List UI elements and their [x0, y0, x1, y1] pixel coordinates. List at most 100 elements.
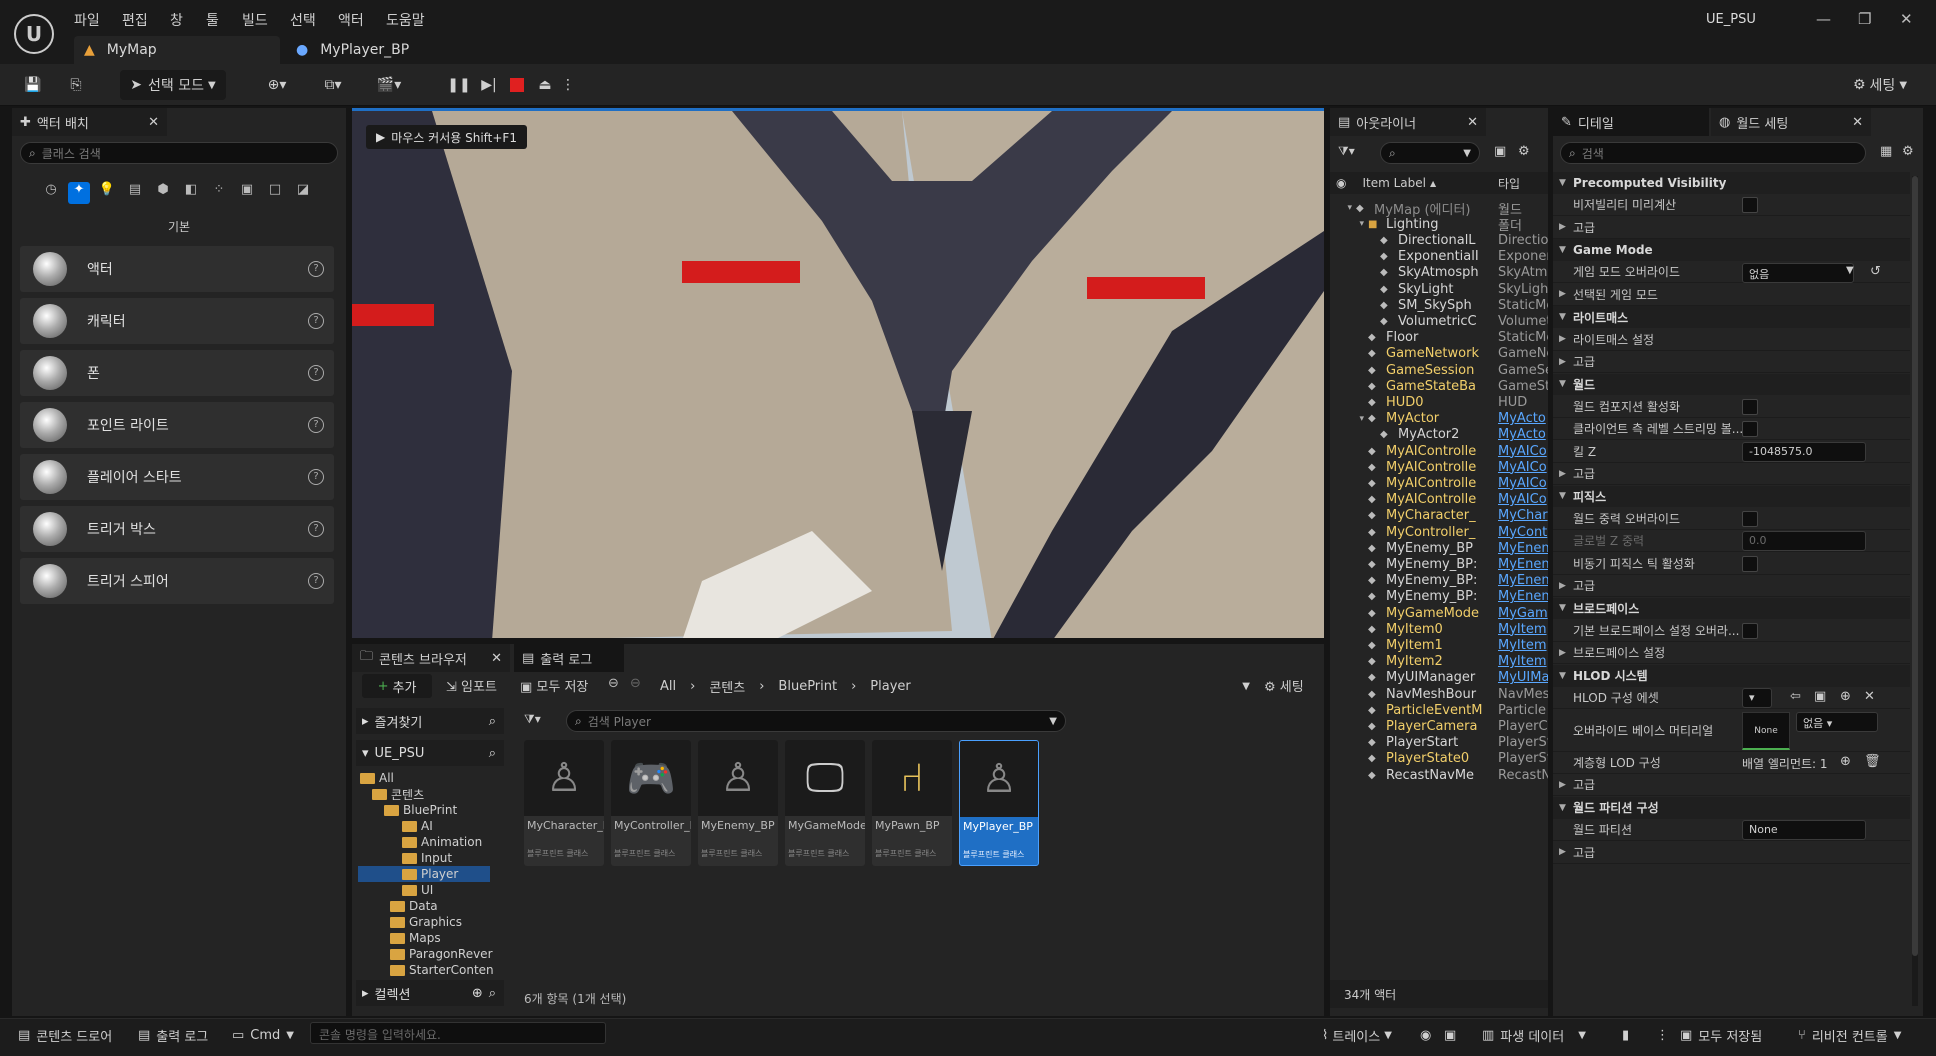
- gear-icon[interactable]: ⚙: [1902, 144, 1914, 159]
- checkbox[interactable]: [1742, 510, 1758, 527]
- help-icon[interactable]: ?: [308, 417, 324, 433]
- visibility-icon[interactable]: ◉: [1336, 176, 1346, 190]
- output-log-tab[interactable]: ▤ 출력 로그: [514, 644, 624, 672]
- material-dropdown[interactable]: 없음 ▾: [1796, 711, 1878, 732]
- menu-edit[interactable]: 편집: [122, 10, 148, 30]
- save-all-button[interactable]: ▣ 모두 저장: [520, 676, 588, 695]
- chevron-down-icon[interactable]: ▼: [1846, 265, 1854, 276]
- gear-icon[interactable]: ⚙: [1518, 144, 1530, 159]
- details-property-row[interactable]: ▶ 고급: [1553, 217, 1910, 239]
- details-section-header[interactable]: ▼ Game Mode: [1553, 239, 1910, 261]
- filter-icon[interactable]: ⧩▾: [1338, 144, 1355, 159]
- filter-icon[interactable]: ⧩▾: [524, 712, 562, 730]
- value-field[interactable]: -1048575.0: [1742, 441, 1866, 462]
- clear-icon[interactable]: ✕: [1864, 689, 1875, 704]
- chevron-right-icon[interactable]: ▶: [1559, 357, 1566, 367]
- tree-item-blueprint[interactable]: BluePrint: [384, 802, 457, 818]
- reset-icon[interactable]: ↺: [1870, 264, 1881, 279]
- chevron-right-icon[interactable]: ▶: [1559, 334, 1566, 344]
- breadcrumb-content[interactable]: 콘텐츠: [709, 677, 745, 696]
- place-item-point-light[interactable]: 포인트 라이트?: [20, 402, 334, 448]
- chevron-right-icon[interactable]: ▶: [1559, 581, 1566, 591]
- level-viewport[interactable]: ▶ 마우스 커서용 Shift+F1: [352, 108, 1324, 638]
- place-item-character[interactable]: 캐릭터?: [20, 298, 334, 344]
- details-tab[interactable]: ✎ 디테일: [1553, 108, 1709, 136]
- details-scrollbar[interactable]: [1912, 176, 1918, 1006]
- use-icon[interactable]: ⇦: [1790, 689, 1801, 704]
- chevron-down-icon[interactable]: ▼: [1559, 312, 1566, 322]
- details-search-input[interactable]: ⌕ 검색: [1560, 142, 1866, 164]
- add-icon[interactable]: ⊕: [1840, 689, 1851, 704]
- trace-button[interactable]: ⌇ 트레이스 ▼: [1322, 1022, 1392, 1048]
- more-options-icon[interactable]: ⋮: [560, 70, 576, 100]
- place-item-trigger-sphere[interactable]: 트리거 스피어?: [20, 558, 334, 604]
- menu-tools[interactable]: 툴: [206, 10, 219, 30]
- help-icon[interactable]: ?: [308, 313, 324, 329]
- class-search-input[interactable]: ⌕ 클래스 검색: [20, 142, 338, 164]
- close-icon[interactable]: ✕: [1852, 115, 1863, 130]
- chevron-right-icon[interactable]: ▶: [1559, 289, 1566, 299]
- import-button[interactable]: ⇲ 임포트: [446, 676, 497, 695]
- place-item-pawn[interactable]: 폰?: [20, 350, 334, 396]
- expand-arrow-icon[interactable]: ▾: [1330, 219, 1368, 229]
- place-actors-tab[interactable]: ✚ 액터 배치 ✕: [12, 108, 167, 136]
- back-icon[interactable]: ⊖: [608, 676, 619, 691]
- menu-window[interactable]: 창: [170, 10, 183, 30]
- add-actor-icon[interactable]: ⊕▾: [258, 70, 296, 100]
- details-section-header[interactable]: ▼ Precomputed Visibility: [1553, 172, 1910, 194]
- output-log-button[interactable]: ▤ 출력 로그: [138, 1022, 208, 1048]
- search-icon[interactable]: ⌕: [489, 714, 496, 729]
- world-settings-tab[interactable]: ◍ 월드 세팅 ✕: [1711, 108, 1871, 136]
- add-collection-icon[interactable]: ⊕: [472, 986, 483, 1001]
- outliner-tab[interactable]: ▤ 아웃라이너 ✕: [1330, 108, 1486, 136]
- column-type[interactable]: 타입: [1498, 175, 1520, 192]
- geometry-icon[interactable]: ◧: [180, 182, 202, 204]
- content-icon[interactable]: ⎘: [62, 70, 90, 100]
- checkbox[interactable]: [1742, 398, 1758, 415]
- close-icon[interactable]: ✕: [1900, 10, 1913, 28]
- details-section-header[interactable]: ▼ 라이트매스: [1553, 306, 1910, 329]
- details-property-row[interactable]: ▶ 고급: [1553, 575, 1910, 597]
- tree-item-content[interactable]: 콘텐츠: [372, 786, 424, 802]
- details-property-row[interactable]: ▶ 브로드페이스 설정: [1553, 642, 1910, 665]
- chevron-down-icon[interactable]: ▼: [1559, 671, 1566, 681]
- shapes-icon[interactable]: □: [264, 182, 286, 204]
- browse-icon[interactable]: ▣: [1814, 689, 1826, 704]
- menu-file[interactable]: 파일: [74, 10, 100, 30]
- settings-button[interactable]: ⚙ 세팅 ▼: [1840, 70, 1920, 100]
- details-property-row[interactable]: 비동기 피직스 틱 활성화: [1553, 553, 1910, 575]
- chevron-right-icon[interactable]: ▶: [1559, 648, 1566, 658]
- asset-tile[interactable]: ⑁ MyPawn_BP 블루프린트 클래스: [872, 740, 952, 866]
- favorites-section[interactable]: ▸ 즐겨찾기 ⌕: [356, 708, 504, 734]
- details-property-row[interactable]: 월드 중력 오버라이드: [1553, 508, 1910, 530]
- step-icon[interactable]: ▶|: [478, 70, 500, 100]
- close-icon[interactable]: ✕: [1467, 115, 1478, 130]
- tree-item-input[interactable]: Input: [402, 850, 452, 866]
- breadcrumb-all[interactable]: All: [660, 679, 676, 694]
- checkbox[interactable]: [1742, 622, 1758, 639]
- menu-select[interactable]: 선택: [290, 10, 316, 30]
- checkbox[interactable]: [1742, 421, 1758, 438]
- select-mode-button[interactable]: ➤ 선택 모드 ▼: [120, 70, 226, 100]
- details-property-row[interactable]: ▶ 고급: [1553, 842, 1910, 864]
- material-thumbnail[interactable]: None: [1742, 711, 1790, 750]
- details-section-header[interactable]: ▼ 월드 파티션 구성: [1553, 797, 1910, 819]
- chevron-right-icon[interactable]: ▶: [1559, 780, 1566, 790]
- details-property-row[interactable]: ▶ 선택된 게임 모드: [1553, 284, 1910, 306]
- trash-icon[interactable]: 🗑: [1864, 754, 1881, 769]
- tree-item-ui[interactable]: UI: [402, 882, 433, 898]
- tree-item-all[interactable]: All: [360, 770, 394, 786]
- pause-icon[interactable]: ❚❚: [447, 70, 470, 100]
- details-property-row[interactable]: ▶ 고급: [1553, 775, 1910, 797]
- game-mode-dropdown[interactable]: 없음: [1742, 262, 1854, 283]
- restore-icon[interactable]: ❐: [1858, 10, 1871, 28]
- column-item-label[interactable]: Item Label: [1362, 176, 1426, 190]
- tree-item-graphics[interactable]: Graphics: [390, 914, 462, 930]
- chevron-down-icon[interactable]: ▼: [1559, 245, 1566, 255]
- all-classes-icon[interactable]: ▣: [236, 182, 258, 204]
- forward-icon[interactable]: ⊖: [630, 676, 641, 691]
- help-icon[interactable]: ?: [308, 521, 324, 537]
- chevron-right-icon[interactable]: ▶: [1559, 469, 1566, 479]
- blueprint-menu-icon[interactable]: ⧉▾: [314, 70, 352, 100]
- help-icon[interactable]: ?: [308, 365, 324, 381]
